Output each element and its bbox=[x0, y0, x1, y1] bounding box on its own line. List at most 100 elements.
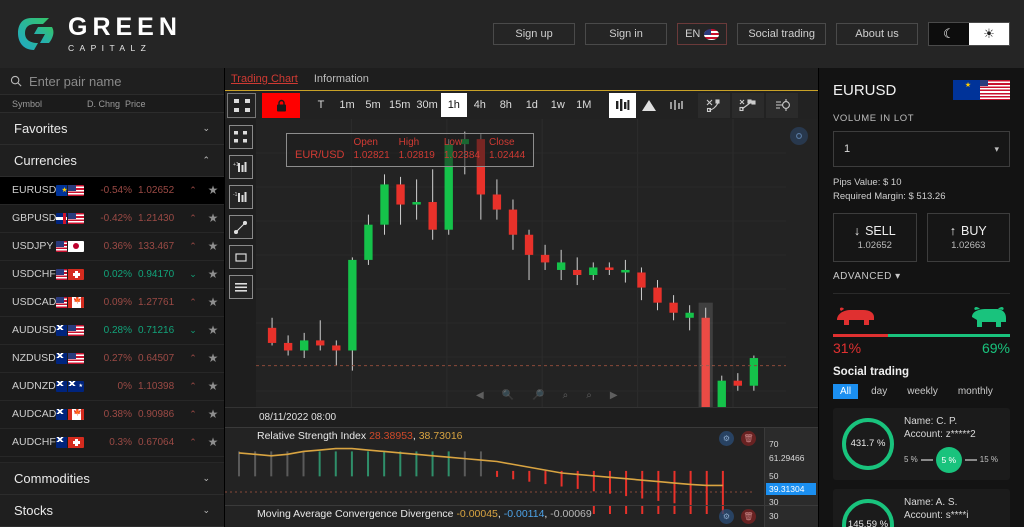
timeframe-15m[interactable]: 15m bbox=[386, 93, 413, 117]
bars-icon[interactable] bbox=[663, 93, 690, 118]
bear-percent: 31% bbox=[833, 339, 862, 356]
macd-plot[interactable]: Moving Average Convergence Divergence -0… bbox=[225, 506, 764, 527]
timeframe-1M[interactable]: 1M bbox=[571, 93, 597, 117]
rsi-plot[interactable]: Relative Strength Index 28.38953, 38.730… bbox=[225, 428, 764, 505]
candlestick-chart[interactable]: EUR/USD Open 1.02821 High 1.02819 Low 1.… bbox=[256, 119, 818, 407]
pair-row[interactable]: GBPUSD -0.42% 1.21430 ⌃ ★ bbox=[0, 205, 224, 233]
svg-text:-1: -1 bbox=[233, 192, 238, 198]
tab-trading-chart[interactable]: Trading Chart bbox=[231, 73, 298, 85]
candles-icon[interactable] bbox=[608, 92, 636, 118]
timeframe-30m[interactable]: 30m bbox=[413, 93, 440, 117]
trendline-icon[interactable] bbox=[228, 215, 253, 239]
palette-settings-icon[interactable] bbox=[765, 92, 798, 118]
social-cards: 431.7 % Name: C. P. Account: z*****2 5 % 5 %… bbox=[833, 407, 1010, 527]
pair-row[interactable]: USDJPY 0.36% 133.467 ⌃ ★ bbox=[0, 233, 224, 261]
timeframe-1m[interactable]: 1m bbox=[334, 93, 360, 117]
nav-right-icon[interactable]: ▶ bbox=[610, 390, 618, 401]
favorite-star-icon[interactable]: ★ bbox=[202, 407, 224, 421]
chevron-down-icon: ⌄ bbox=[189, 324, 197, 335]
timeframe-T[interactable]: T bbox=[308, 93, 334, 117]
favorite-star-icon[interactable]: ★ bbox=[202, 435, 224, 449]
group-currencies[interactable]: Currencies ⌃ bbox=[0, 144, 224, 177]
grid-icon[interactable] bbox=[227, 92, 256, 118]
tab-information[interactable]: Information bbox=[314, 73, 369, 85]
scatter-line-icon[interactable] bbox=[697, 92, 730, 118]
gear-icon[interactable] bbox=[790, 127, 808, 145]
nav-left-icon[interactable]: ◀ bbox=[476, 390, 484, 401]
favorite-star-icon[interactable]: ★ bbox=[202, 351, 224, 365]
rsi-axis: 70 61.29466 50 30 39.31304 bbox=[764, 428, 818, 507]
chevron-down-icon: ⌄ bbox=[202, 473, 210, 484]
timeframe-1w[interactable]: 1w bbox=[545, 93, 571, 117]
area-icon[interactable] bbox=[636, 93, 663, 118]
social-card[interactable]: 145.59 %Name: A. S.Account: s****i5 %5 %… bbox=[833, 488, 1010, 527]
favorite-star-icon[interactable]: ★ bbox=[202, 295, 224, 309]
social-tab-all[interactable]: All bbox=[833, 383, 859, 399]
pair-row[interactable]: USDCHF 0.02% 0.94170 ⌄ ★ bbox=[0, 261, 224, 289]
quote-flag-icon bbox=[67, 380, 84, 392]
pair-row[interactable]: AUDUSD 0.28% 0.71216 ⌄ ★ bbox=[0, 317, 224, 345]
volume-select[interactable]: 1 ▾ bbox=[833, 131, 1010, 167]
pair-row[interactable]: USDCAD 0.09% 1.27761 ⌃ ★ bbox=[0, 289, 224, 317]
chevron-up-icon: ⌃ bbox=[189, 212, 197, 223]
pair-change: 0.38% bbox=[103, 408, 132, 420]
pair-row[interactable]: AUDNZD 0% 1.10398 ⌃ ★ bbox=[0, 373, 224, 401]
timeframe-1h[interactable]: 1h bbox=[440, 93, 467, 117]
social-tab-weekly[interactable]: weekly bbox=[900, 384, 945, 399]
social-tab-day[interactable]: day bbox=[864, 384, 894, 399]
timeframe-1d[interactable]: 1d bbox=[519, 93, 545, 117]
slider-knob[interactable]: 5 % bbox=[935, 446, 962, 473]
pair-row[interactable]: EURUSD -0.54% 1.02652 ⌃ ★ bbox=[0, 176, 224, 205]
sun-icon[interactable]: ☀ bbox=[969, 23, 1009, 45]
favorite-star-icon[interactable]: ★ bbox=[202, 239, 224, 253]
risk-slider[interactable]: 5 % 5 % 15 % bbox=[904, 446, 1001, 473]
sign-in-button[interactable]: Sign in bbox=[585, 23, 668, 45]
scatter-multi-icon[interactable] bbox=[731, 92, 764, 118]
favorite-star-icon[interactable]: ★ bbox=[202, 183, 224, 197]
rsi-delete-icon[interactable]: 🗑 bbox=[741, 431, 756, 446]
buy-button[interactable]: ↑ BUY 1.02663 bbox=[926, 212, 1010, 262]
favorite-star-icon[interactable]: ★ bbox=[202, 323, 224, 337]
lock-icon[interactable] bbox=[262, 92, 300, 118]
pair-row[interactable]: AUDCHF 0.3% 0.67064 ⌃ ★ bbox=[0, 429, 224, 457]
required-margin: Required Margin: $ 513.26 bbox=[833, 190, 946, 202]
timeframe-5m[interactable]: 5m bbox=[360, 93, 386, 117]
zoom-fit-icon[interactable]: ⌕ bbox=[586, 390, 592, 401]
group-commodities[interactable]: Commodities ⌄ bbox=[0, 463, 224, 496]
trader-account: Account: z*****2 bbox=[904, 429, 976, 441]
advanced-toggle[interactable]: ADVANCED ▾ bbox=[833, 271, 1010, 282]
sign-up-button[interactable]: Sign up bbox=[493, 23, 576, 45]
social-tab-monthly[interactable]: monthly bbox=[951, 384, 1000, 399]
pair-row[interactable]: AUDCAD 0.38% 0.90986 ⌃ ★ bbox=[0, 401, 224, 429]
social-trading-button[interactable]: Social trading bbox=[737, 23, 826, 45]
timeframe-4h[interactable]: 4h bbox=[467, 93, 493, 117]
favorite-star-icon[interactable]: ★ bbox=[202, 379, 224, 393]
sell-button[interactable]: ↓ SELL 1.02652 bbox=[833, 212, 917, 262]
add-candle-icon[interactable]: +1 bbox=[228, 155, 253, 179]
brand-logo[interactable]: GREEN CAPITALZ bbox=[0, 13, 182, 55]
theme-toggle[interactable]: ☾ ☀ bbox=[928, 22, 1010, 46]
about-us-button[interactable]: About us bbox=[836, 23, 918, 45]
group-favorites[interactable]: Favorites ⌄ bbox=[0, 112, 224, 145]
rectangle-icon[interactable] bbox=[228, 245, 253, 269]
zoom-out-icon[interactable]: 🔍 bbox=[502, 390, 514, 401]
group-stocks[interactable]: Stocks ⌄ bbox=[0, 495, 224, 527]
timeframe-8h[interactable]: 8h bbox=[493, 93, 519, 117]
expand-icon[interactable] bbox=[228, 125, 253, 149]
zoom-in-icon[interactable]: 🔎 bbox=[532, 390, 544, 401]
remove-candle-icon[interactable]: -1 bbox=[228, 185, 253, 209]
zoom-reset-icon[interactable]: ⌕ bbox=[563, 390, 569, 401]
pair-price: 0.64507 bbox=[138, 352, 175, 364]
search-input[interactable] bbox=[29, 73, 214, 89]
moon-icon[interactable]: ☾ bbox=[929, 23, 969, 45]
social-card[interactable]: 431.7 % Name: C. P. Account: z*****2 5 % 5 %… bbox=[833, 407, 1010, 480]
language-selector[interactable]: EN bbox=[677, 23, 728, 45]
rsi-settings-icon[interactable]: ⚙ bbox=[719, 431, 734, 446]
favorite-star-icon[interactable]: ★ bbox=[202, 211, 224, 225]
macd-delete-icon[interactable]: 🗑 bbox=[741, 509, 756, 524]
pair-row[interactable]: NZDUSD 0.27% 0.64507 ⌃ ★ bbox=[0, 345, 224, 373]
macd-settings-icon[interactable]: ⚙ bbox=[719, 509, 734, 524]
ohlc-high-value: 1.02819 bbox=[398, 149, 435, 161]
favorite-star-icon[interactable]: ★ bbox=[202, 267, 224, 281]
horizontal-lines-icon[interactable] bbox=[228, 275, 253, 299]
